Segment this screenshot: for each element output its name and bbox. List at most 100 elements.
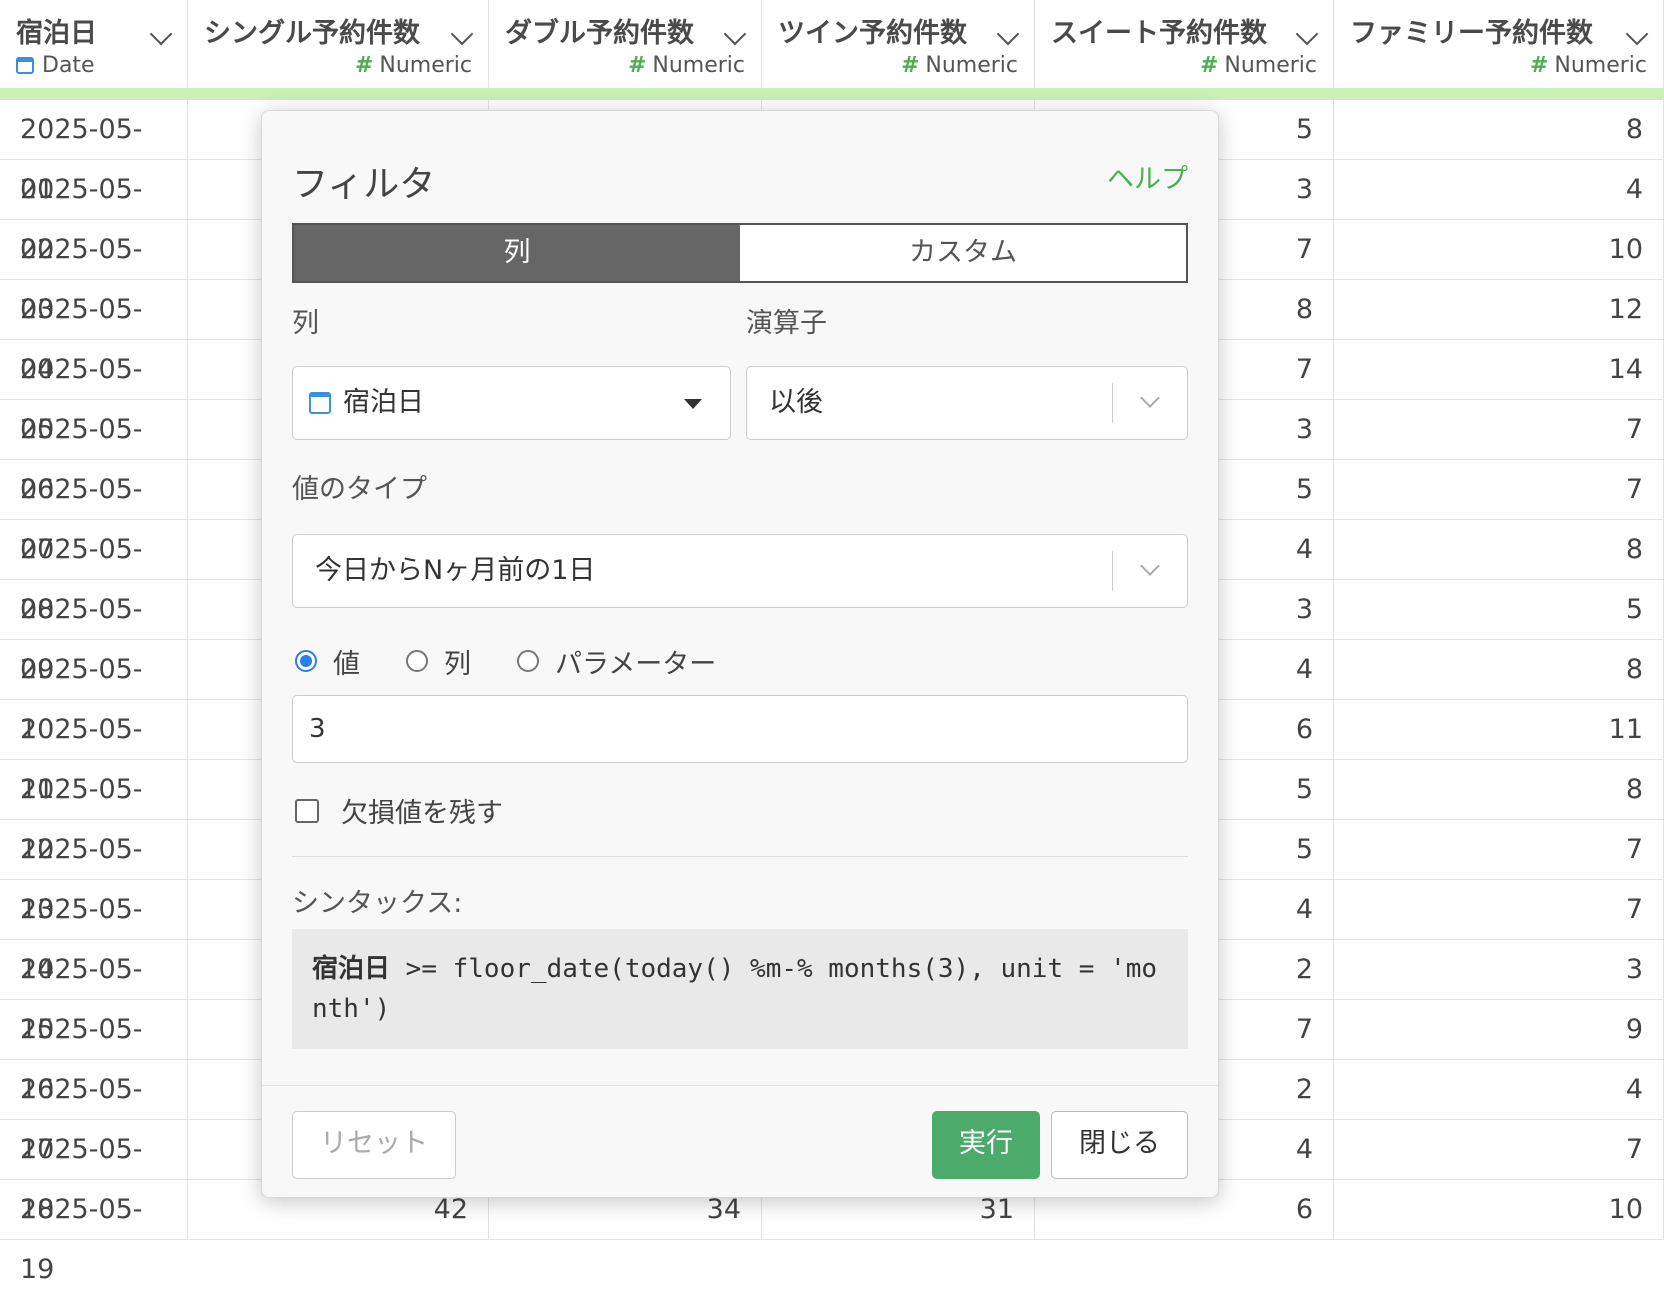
footer-divider [262, 1085, 1218, 1086]
numeric-hash-icon: # [354, 53, 374, 78]
close-button[interactable]: 閉じる [1051, 1111, 1188, 1179]
column-type: Date [16, 52, 171, 80]
column-header-family[interactable]: ファミリー予約件数 # Numeric [1334, 0, 1664, 88]
cell-family: 14 [1334, 340, 1664, 399]
radio-column-label: 列 [444, 648, 471, 680]
calendar-icon [309, 392, 331, 414]
cell-family: 3 [1334, 940, 1664, 999]
cell-date: 2025-05-17 [0, 1060, 188, 1165]
column-quality-bar [0, 88, 1664, 100]
operator-select-value: 以後 [769, 387, 823, 418]
cell-date: 2025-05-16 [0, 1000, 188, 1105]
value-type-label: 値のタイプ [292, 474, 427, 505]
column-header-suite[interactable]: スイート予約件数 # Numeric [1035, 0, 1334, 88]
column-select-value: 宿泊日 [343, 387, 424, 418]
cell-date: 2025-05-18 [0, 1120, 188, 1225]
cell-date: 2025-05-14 [0, 880, 188, 985]
syntax-preview: 宿泊日 >= floor_date(today() %m-% months(3)… [292, 929, 1188, 1049]
syntax-column: 宿泊日 [312, 954, 391, 984]
numeric-hash-icon: # [1199, 53, 1219, 78]
chevron-down-icon [1140, 556, 1160, 576]
tab-custom[interactable]: カスタム [740, 225, 1186, 281]
cell-family: 4 [1334, 160, 1664, 219]
value-type-select-value: 今日からNヶ月前の1日 [315, 555, 596, 586]
cell-family: 9 [1334, 1000, 1664, 1059]
dialog-title: フィルタ [292, 164, 436, 205]
cell-date: 2025-05-12 [0, 760, 188, 865]
select-separator [1112, 551, 1113, 591]
syntax-expression: >= floor_date(today() %m-% months(3), un… [312, 954, 1158, 1024]
cell-date: 2025-05-11 [0, 700, 188, 805]
value-source-radio-group: 値 列 パラメーター [295, 641, 762, 681]
cell-family: 7 [1334, 400, 1664, 459]
radio-value-label: 値 [333, 648, 360, 680]
radio-option-column[interactable]: 列 [406, 642, 471, 681]
cell-date: 2025-05-09 [0, 580, 188, 685]
cell-family: 10 [1334, 1180, 1664, 1239]
value-type-select[interactable]: 今日からNヶ月前の1日 [292, 534, 1188, 608]
column-type: # Numeric [1529, 53, 1647, 78]
cell-date: 2025-05-08 [0, 520, 188, 625]
cell-date: 2025-05-06 [0, 400, 188, 505]
run-button[interactable]: 実行 [932, 1111, 1040, 1179]
column-label: 列 [292, 308, 319, 339]
column-name: ファミリー予約件数 [1350, 18, 1593, 49]
radio-parameter[interactable] [517, 650, 539, 672]
column-type: # Numeric [1199, 53, 1317, 78]
cell-date: 2025-05-13 [0, 820, 188, 925]
cell-family: 8 [1334, 100, 1664, 159]
column-name: シングル予約件数 [204, 18, 420, 49]
cell-family: 7 [1334, 1120, 1664, 1179]
column-type: # Numeric [900, 53, 1018, 78]
divider [292, 856, 1188, 857]
radio-column[interactable] [406, 650, 428, 672]
cell-family: 4 [1334, 1060, 1664, 1119]
cell-family: 8 [1334, 520, 1664, 579]
radio-value[interactable] [295, 650, 317, 672]
cell-family: 8 [1334, 640, 1664, 699]
column-header-double[interactable]: ダブル予約件数 # Numeric [489, 0, 762, 88]
cell-date: 2025-05-15 [0, 940, 188, 1045]
syntax-label: シンタックス: [292, 888, 463, 919]
tab-column[interactable]: 列 [294, 225, 740, 281]
cell-family: 12 [1334, 280, 1664, 339]
column-name: ダブル予約件数 [505, 18, 694, 49]
cell-date: 2025-05-05 [0, 340, 188, 445]
cell-family: 7 [1334, 460, 1664, 519]
numeric-hash-icon: # [627, 53, 647, 78]
cell-family: 7 [1334, 880, 1664, 939]
column-select[interactable]: 宿泊日 [292, 366, 731, 440]
chevron-down-icon [1140, 388, 1160, 408]
cell-family: 7 [1334, 820, 1664, 879]
radio-option-parameter[interactable]: パラメーター [517, 642, 716, 681]
caret-down-icon [684, 399, 702, 409]
operator-label: 演算子 [746, 308, 827, 339]
cell-date: 2025-05-19 [0, 1180, 188, 1285]
numeric-hash-icon: # [1529, 53, 1549, 78]
cell-date: 2025-05-04 [0, 280, 188, 385]
help-link[interactable]: ヘルプ [1107, 157, 1188, 196]
cell-family: 8 [1334, 760, 1664, 819]
cell-date: 2025-05-03 [0, 220, 188, 325]
filter-mode-tabs: 列 カスタム [292, 223, 1188, 283]
numeric-hash-icon: # [900, 53, 920, 78]
filter-dialog: フィルタ ヘルプ 列 カスタム 列 演算子 宿泊日 以後 値のタイプ 今日からN… [261, 110, 1219, 1198]
column-header-stay-date[interactable]: 宿泊日 Date [0, 0, 188, 88]
cell-family: 5 [1334, 580, 1664, 639]
value-input[interactable]: 3 [292, 695, 1188, 763]
column-header-single[interactable]: シングル予約件数 # Numeric [188, 0, 489, 88]
select-separator [1112, 383, 1113, 423]
radio-option-value[interactable]: 値 [295, 642, 360, 681]
column-type: # Numeric [627, 53, 745, 78]
column-type: # Numeric [354, 53, 472, 78]
cell-date: 2025-05-10 [0, 640, 188, 745]
keep-na-option[interactable]: 欠損値を残す [295, 791, 503, 830]
cell-date: 2025-05-02 [0, 160, 188, 265]
reset-button[interactable]: リセット [292, 1111, 456, 1179]
column-header-twin[interactable]: ツイン予約件数 # Numeric [762, 0, 1035, 88]
calendar-icon [16, 57, 34, 74]
keep-na-label: 欠損値を残す [341, 798, 503, 829]
keep-na-checkbox[interactable] [295, 798, 319, 823]
column-name: 宿泊日 [16, 18, 97, 49]
operator-select[interactable]: 以後 [746, 366, 1188, 440]
